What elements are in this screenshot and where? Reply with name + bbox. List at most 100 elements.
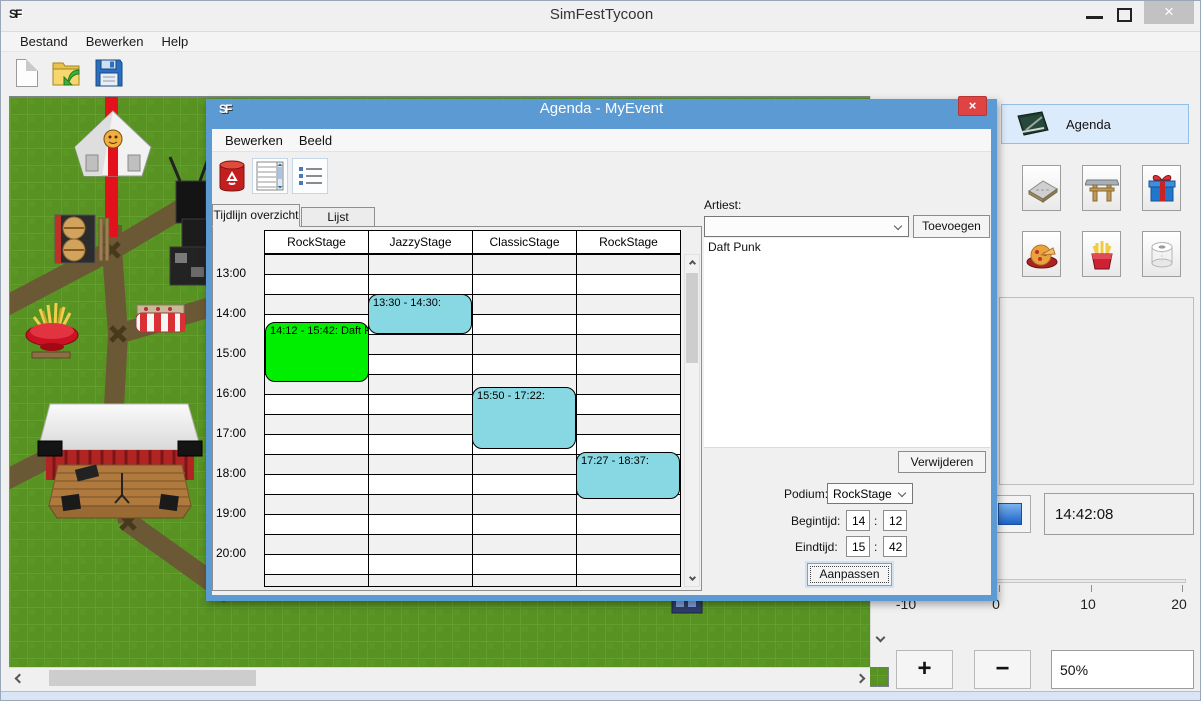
timeline-tab-page: RockStageJazzyStageClassicStageRockStage… bbox=[212, 226, 702, 591]
chevron-down-icon bbox=[894, 222, 902, 230]
artist-listbox[interactable]: Daft Punk bbox=[704, 238, 990, 448]
stage-column-header: ClassicStage bbox=[472, 231, 576, 253]
titlebar: SF SimFestTycoon × bbox=[1, 1, 1201, 31]
fries-icon bbox=[1085, 237, 1119, 271]
toilet-paper-icon bbox=[1145, 237, 1179, 271]
begin-hour-field[interactable]: 14 bbox=[846, 510, 870, 531]
hour-label: 17:00 bbox=[216, 426, 246, 440]
hour-label: 15:00 bbox=[216, 346, 246, 360]
zoom-level-field[interactable]: 50% bbox=[1051, 650, 1194, 689]
time-gutter: 13:0014:0015:0016:0017:0018:0019:0020:00 bbox=[215, 254, 264, 587]
save-file-icon bbox=[94, 58, 124, 88]
hour-label: 19:00 bbox=[216, 506, 246, 520]
dialog-menu-bewerken[interactable]: Bewerken bbox=[217, 131, 291, 150]
list-view-icon bbox=[296, 163, 324, 189]
schedule-event[interactable]: 13:30 - 14:30: bbox=[368, 294, 472, 334]
stage-column-header: JazzyStage bbox=[368, 231, 472, 253]
gift-icon bbox=[1145, 171, 1179, 205]
menu-bestand[interactable]: Bestand bbox=[11, 32, 77, 51]
time-colon: : bbox=[874, 540, 877, 554]
begin-time-label: Begintijd: bbox=[791, 514, 840, 528]
striped-stand bbox=[136, 305, 185, 332]
save-file-button[interactable] bbox=[92, 56, 126, 90]
zoom-out-button[interactable]: − bbox=[974, 650, 1031, 689]
grid-scroll-up-button[interactable] bbox=[685, 256, 699, 271]
sidebar-item-agenda[interactable]: Agenda bbox=[1001, 104, 1189, 144]
hour-label: 20:00 bbox=[216, 546, 246, 560]
new-file-icon bbox=[16, 59, 38, 87]
slider-tick bbox=[1091, 585, 1092, 592]
game-clock: 14:42:08 bbox=[1044, 493, 1194, 535]
agenda-dialog: SF Agenda - MyEvent × BewerkenBeeld bbox=[206, 99, 997, 601]
close-button[interactable]: × bbox=[1144, 1, 1194, 24]
tab-timeline-overview[interactable]: Tijdlijn overzicht bbox=[212, 204, 300, 227]
tab-list-overview[interactable]: Lijst overzicht bbox=[301, 207, 375, 227]
remove-artist-button[interactable]: Verwijderen bbox=[898, 451, 986, 473]
minimize-button[interactable] bbox=[1086, 16, 1103, 19]
end-hour-field[interactable]: 15 bbox=[846, 536, 870, 557]
zoom-in-button[interactable]: + bbox=[896, 650, 953, 689]
dialog-menu-bar: BewerkenBeeld bbox=[212, 129, 991, 152]
agenda-book-icon bbox=[1012, 110, 1052, 138]
burger-stand bbox=[55, 215, 109, 263]
schedule-event[interactable]: 14:12 - 15:42: Daft Punk bbox=[265, 322, 369, 382]
info-groupbox bbox=[999, 297, 1194, 485]
schedule-event[interactable]: 15:50 - 17:22: bbox=[472, 387, 576, 448]
hour-label: 14:00 bbox=[216, 306, 246, 320]
open-file-button[interactable] bbox=[50, 56, 84, 90]
time-colon: : bbox=[874, 514, 877, 528]
slider-tick bbox=[999, 585, 1000, 592]
play-icon bbox=[998, 503, 1022, 525]
stage-gate-icon bbox=[1085, 173, 1119, 203]
pizza-icon bbox=[1025, 238, 1059, 270]
chevron-down-icon bbox=[898, 489, 906, 497]
dialog-titlebar[interactable]: SF Agenda - MyEvent × bbox=[212, 99, 991, 129]
artist-combobox[interactable] bbox=[704, 216, 909, 237]
open-file-icon bbox=[51, 58, 83, 88]
stage-column-header: RockStage bbox=[576, 231, 680, 253]
schedule-event[interactable]: 17:27 - 18:37: bbox=[576, 452, 680, 499]
artist-label: Artiest: bbox=[704, 198, 741, 212]
map-scroll-down-button[interactable] bbox=[871, 629, 890, 645]
window-bottom-edge bbox=[1, 691, 1201, 701]
slider-tick bbox=[1182, 585, 1183, 592]
menu-help[interactable]: Help bbox=[153, 32, 198, 51]
list-view-button[interactable] bbox=[292, 158, 328, 194]
podium-combo-value: RockStage bbox=[833, 487, 892, 501]
dialog-menu-beeld[interactable]: Beeld bbox=[291, 131, 340, 150]
add-artist-button[interactable]: Toevoegen bbox=[913, 215, 990, 238]
new-file-button[interactable] bbox=[10, 56, 44, 90]
main-stage bbox=[38, 404, 202, 518]
podium-combobox[interactable]: RockStage bbox=[827, 483, 913, 504]
timeline-view-button[interactable] bbox=[252, 158, 288, 194]
delete-event-button[interactable] bbox=[214, 158, 250, 194]
apply-button[interactable]: Aanpassen bbox=[807, 563, 892, 586]
grid-scroll-down-button[interactable] bbox=[685, 570, 699, 585]
dialog-close-button[interactable]: × bbox=[958, 96, 987, 116]
build-pizza-button[interactable] bbox=[1022, 231, 1061, 277]
slider-label: 20 bbox=[1159, 596, 1199, 612]
build-road-button[interactable] bbox=[1022, 165, 1061, 211]
map-horizontal-scrollbar[interactable] bbox=[9, 667, 870, 687]
maximize-button[interactable] bbox=[1117, 8, 1132, 22]
build-gift-button[interactable] bbox=[1142, 165, 1181, 211]
build-toilet-paper-button[interactable] bbox=[1142, 231, 1181, 277]
map-scroll-right-button[interactable] bbox=[852, 670, 868, 686]
grid-scroll-thumb[interactable] bbox=[686, 273, 698, 363]
hour-label: 18:00 bbox=[216, 466, 246, 480]
menu-bewerken[interactable]: Bewerken bbox=[77, 32, 153, 51]
schedule-grid[interactable]: 13:30 - 14:30:14:12 - 15:42: Daft Punk 15… bbox=[264, 254, 681, 587]
grid-scrollbar[interactable] bbox=[684, 254, 700, 587]
build-stage-gate-button[interactable] bbox=[1082, 165, 1121, 211]
begin-minute-field[interactable]: 12 bbox=[883, 510, 907, 531]
map-scroll-left-button[interactable] bbox=[11, 670, 27, 686]
road-tile-icon bbox=[1025, 173, 1059, 203]
build-fries-button[interactable] bbox=[1082, 231, 1121, 277]
menu-bar: BestandBewerkenHelp bbox=[1, 31, 1201, 52]
artist-list-item[interactable]: Daft Punk bbox=[704, 238, 990, 256]
end-minute-field[interactable]: 42 bbox=[883, 536, 907, 557]
map-hscroll-thumb[interactable] bbox=[49, 670, 256, 686]
stage-header-row: RockStageJazzyStageClassicStageRockStage bbox=[264, 230, 681, 254]
sidebar-item-label: Agenda bbox=[1066, 117, 1111, 132]
app-window: SF SimFestTycoon × BestandBewerkenHelp bbox=[0, 0, 1201, 701]
